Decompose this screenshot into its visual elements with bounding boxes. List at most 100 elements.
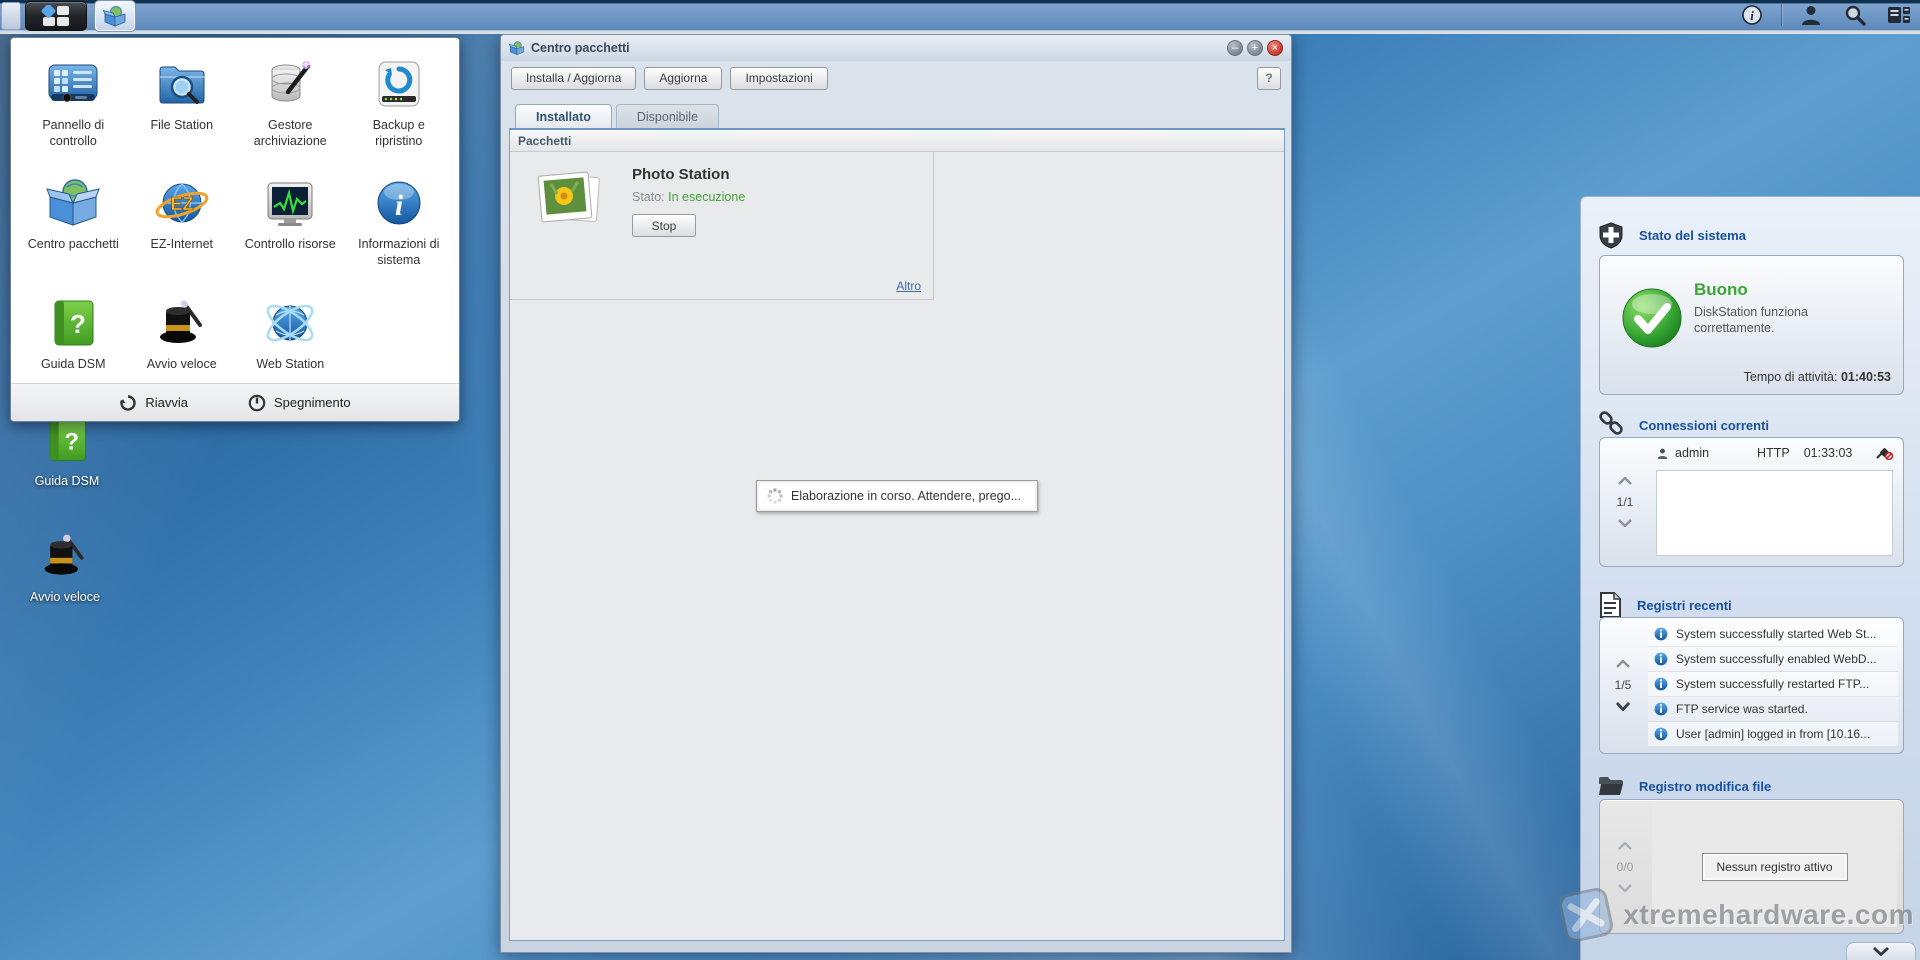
install-update-button[interactable]: Installa / Aggiorna bbox=[511, 67, 636, 90]
menu-app-file-station[interactable]: File Station bbox=[128, 56, 237, 149]
logs-panel: 1/5 System successfully started Web St..… bbox=[1599, 617, 1904, 754]
section-title: Stato del sistema bbox=[1639, 228, 1746, 243]
connections-pager: 1/1 bbox=[1600, 438, 1650, 566]
notifications-info-button[interactable]: i bbox=[1737, 2, 1767, 28]
log-row[interactable]: System successfully started Web St... bbox=[1648, 622, 1898, 647]
app-label: Avvio veloce bbox=[132, 357, 232, 373]
app-label: Informazioni di sistema bbox=[349, 237, 449, 268]
pilot-view-button[interactable] bbox=[1884, 2, 1914, 28]
window-titlebar[interactable]: Centro pacchetti – + × bbox=[501, 35, 1291, 61]
sidebar-collapse-button[interactable] bbox=[1846, 942, 1916, 960]
app-label: Gestore archiviazione bbox=[240, 118, 340, 149]
menu-app-web-station[interactable]: Web Station bbox=[236, 295, 345, 373]
menu-app-ez-internet[interactable]: EZ EZ-Internet bbox=[128, 175, 237, 268]
menu-footer: Riavvia Spegnimento bbox=[11, 383, 459, 421]
restart-button[interactable]: Riavvia bbox=[119, 394, 188, 412]
window-title: Centro pacchetti bbox=[531, 41, 630, 55]
system-health-header: Stato del sistema bbox=[1597, 221, 1746, 249]
log-row[interactable]: System successfully enabled WebD... bbox=[1648, 647, 1898, 672]
page-up-button[interactable] bbox=[1616, 660, 1630, 668]
quick-start-icon bbox=[37, 528, 93, 584]
menu-app-gestore-archiviazione[interactable]: Gestore archiviazione bbox=[236, 56, 345, 149]
menu-app-centro-pacchetti[interactable]: Centro pacchetti bbox=[19, 175, 128, 268]
tab-installato[interactable]: Installato bbox=[515, 104, 612, 128]
power-icon bbox=[248, 394, 266, 412]
info-icon bbox=[1654, 702, 1668, 716]
backup-restore-icon bbox=[371, 56, 427, 112]
system-info-icon: i bbox=[371, 175, 427, 231]
page-up-button[interactable] bbox=[1618, 842, 1632, 850]
tab-disponibile[interactable]: Disponibile bbox=[616, 104, 719, 128]
page-down-button[interactable] bbox=[1618, 519, 1632, 527]
health-status-description: DiskStation funziona correttamente. bbox=[1694, 304, 1864, 337]
app-label: Backup e ripristino bbox=[349, 118, 449, 149]
log-row[interactable]: FTP service was started. bbox=[1648, 697, 1898, 722]
taskbar-app-package-center[interactable] bbox=[95, 1, 135, 31]
svg-text:?: ? bbox=[64, 428, 79, 455]
quick-start-icon bbox=[154, 295, 210, 351]
package-status-value: In esecuzione bbox=[668, 190, 745, 204]
control-panel-icon bbox=[45, 56, 101, 112]
svg-text:?: ? bbox=[70, 309, 86, 339]
tab-strip: Installato Disponibile bbox=[515, 104, 719, 128]
log-row[interactable]: System successfully restarted FTP... bbox=[1648, 672, 1898, 697]
user-menu-button[interactable] bbox=[1796, 2, 1826, 28]
package-card-photo-station: Photo Station Stato: In esecuzione Stop … bbox=[510, 152, 934, 300]
storage-manager-icon bbox=[262, 56, 318, 112]
connection-user: admin bbox=[1675, 446, 1709, 460]
section-title: Registro modifica file bbox=[1639, 779, 1771, 794]
menu-app-informazioni-sistema[interactable]: i Informazioni di sistema bbox=[345, 175, 454, 268]
health-status-value: Buono bbox=[1694, 280, 1864, 300]
info-icon bbox=[1654, 652, 1668, 666]
app-label: Web Station bbox=[240, 357, 340, 373]
menu-app-backup-ripristino[interactable]: Backup e ripristino bbox=[345, 56, 454, 149]
page-up-button[interactable] bbox=[1618, 477, 1632, 485]
info-icon bbox=[1654, 627, 1668, 641]
desktop-icon-avvio-veloce[interactable]: Avvio veloce bbox=[10, 528, 120, 606]
menu-app-avvio-veloce[interactable]: Avvio veloce bbox=[128, 295, 237, 373]
menu-app-pannello-di-controllo[interactable]: Pannello di controllo bbox=[19, 56, 128, 149]
page-down-button[interactable] bbox=[1616, 702, 1630, 711]
photo-station-icon bbox=[536, 170, 602, 228]
file-log-header: Registro modifica file bbox=[1597, 773, 1771, 799]
desktop-icon-guida-dsm[interactable]: ? Guida DSM bbox=[12, 412, 122, 490]
shutdown-button[interactable]: Spegnimento bbox=[248, 394, 351, 412]
svg-text:i: i bbox=[1750, 8, 1754, 23]
info-icon bbox=[1654, 727, 1668, 741]
package-name: Photo Station bbox=[632, 166, 730, 183]
desktop-icon-label: Avvio veloce bbox=[10, 590, 120, 606]
window-title-icon bbox=[509, 40, 525, 56]
file-station-icon bbox=[154, 56, 210, 112]
restart-icon bbox=[119, 394, 137, 412]
window-content: Pacchetti Photo Station Stato: In esecuz… bbox=[509, 128, 1285, 941]
desktop-icon-label: Guida DSM bbox=[12, 474, 122, 490]
menu-app-controllo-risorse[interactable]: Controllo risorse bbox=[236, 175, 345, 268]
update-button[interactable]: Aggiorna bbox=[644, 67, 722, 90]
pager-count: 1/1 bbox=[1617, 495, 1634, 509]
settings-button[interactable]: Impostazioni bbox=[730, 67, 827, 90]
page-down-button[interactable] bbox=[1618, 884, 1632, 892]
loading-dialog: Elaborazione in corso. Attendere, prego.… bbox=[756, 480, 1038, 512]
maximize-button[interactable]: + bbox=[1247, 40, 1263, 56]
pager-count: 0/0 bbox=[1617, 860, 1634, 874]
search-button[interactable] bbox=[1840, 2, 1870, 28]
dsm-help-icon: ? bbox=[45, 295, 101, 351]
help-button[interactable]: ? bbox=[1257, 67, 1281, 90]
app-label: Centro pacchetti bbox=[23, 237, 123, 253]
disconnect-icon[interactable] bbox=[1875, 446, 1893, 460]
package-center-icon bbox=[45, 175, 101, 231]
connections-panel: 1/1 admin HTTP 01:33:03 bbox=[1599, 437, 1904, 567]
log-row[interactable]: User [admin] logged in from [10.16... bbox=[1648, 722, 1898, 747]
stop-button[interactable]: Stop bbox=[632, 214, 696, 237]
document-log-icon bbox=[1597, 591, 1623, 619]
show-desktop-button[interactable] bbox=[1, 2, 21, 30]
more-link[interactable]: Altro bbox=[896, 279, 921, 293]
packages-section-header: Pacchetti bbox=[510, 130, 1284, 152]
close-button[interactable]: × bbox=[1267, 40, 1283, 56]
main-menu-button[interactable] bbox=[25, 1, 87, 31]
minimize-button[interactable]: – bbox=[1227, 40, 1243, 56]
menu-app-guida-dsm[interactable]: ? Guida DSM bbox=[19, 295, 128, 373]
restart-label: Riavvia bbox=[145, 395, 188, 410]
logs-header: Registri recenti bbox=[1597, 591, 1732, 619]
shield-health-icon bbox=[1597, 221, 1625, 249]
